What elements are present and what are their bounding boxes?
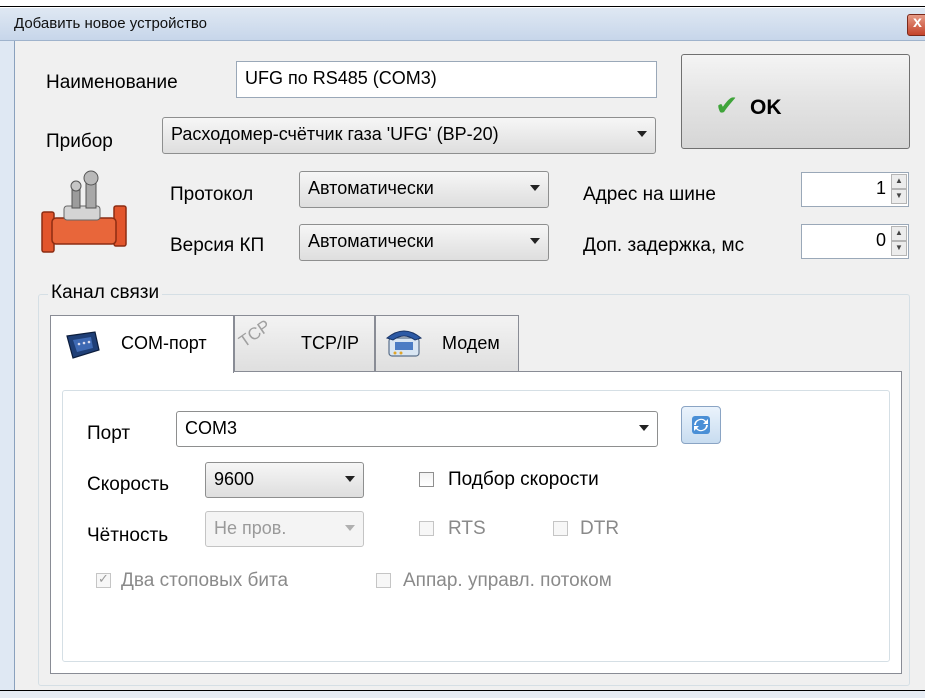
speed-select[interactable]: 9600 (205, 462, 364, 498)
flow-control-label: Аппар. управл. потоком (403, 570, 612, 591)
chevron-down-icon (637, 131, 647, 137)
speed-select-value: 9600 (214, 469, 255, 489)
port-select[interactable]: COM3 (176, 411, 658, 447)
chevron-down-icon (345, 476, 355, 482)
kp-version-select-value: Автоматически (308, 231, 434, 251)
spinner-buttons[interactable]: ▲ ▼ (891, 174, 907, 206)
device-select[interactable]: Расходомер-счётчик газа 'UFG' (ВР-20) (162, 117, 656, 154)
tab-modem[interactable]: Модем (375, 315, 519, 371)
kp-version-label: Версия КП (170, 235, 265, 256)
protocol-label: Протокол (170, 184, 254, 205)
chevron-down-icon (530, 185, 540, 191)
parity-label: Чётность (87, 525, 169, 546)
device-label: Прибор (46, 131, 113, 152)
spin-up-icon[interactable]: ▲ (891, 174, 907, 189)
tab-modem-label: Модем (442, 333, 500, 353)
speed-auto-checkbox[interactable] (419, 472, 434, 487)
protocol-select[interactable]: Автоматически (299, 171, 549, 208)
close-button[interactable]: x (907, 14, 925, 36)
extra-delay-label: Доп. задержка, мс (583, 235, 745, 256)
name-input[interactable]: UFG по RS485 (COM3) (236, 61, 657, 98)
check-icon: ✓ (98, 571, 109, 586)
extra-delay-spinner[interactable]: 0 ▲ ▼ (801, 224, 909, 259)
dtr-checkbox[interactable] (553, 521, 568, 536)
chevron-down-icon (530, 238, 540, 244)
serial-port-icon (66, 331, 100, 359)
gas-meter-icon (41, 170, 127, 253)
modem-phone-icon (385, 330, 423, 357)
stop-bits-label: Два стоповых бита (121, 570, 289, 591)
checkmark-icon: ✔ (715, 90, 739, 121)
close-icon: x (913, 14, 922, 31)
protocol-select-value: Автоматически (308, 178, 434, 198)
chevron-down-icon (345, 525, 355, 531)
bus-address-spinner[interactable]: 1 ▲ ▼ (801, 172, 909, 207)
tab-tcp-ip[interactable]: TCP TCP/IP (234, 315, 375, 371)
parity-select-value: Не пров. (214, 518, 287, 538)
dtr-label: DTR (580, 518, 620, 539)
refresh-icon (692, 416, 710, 434)
port-select-value: COM3 (185, 418, 238, 438)
device-select-value: Расходомер-счётчик газа 'UFG' (ВР-20) (171, 124, 499, 144)
bus-address-value: 1 (875, 178, 886, 198)
window-title: Добавить новое устройство (14, 15, 208, 32)
extra-delay-value: 0 (875, 230, 886, 250)
window-left-border (0, 41, 14, 697)
tab-tcp-ip-label: TCP/IP (301, 333, 360, 353)
speed-label: Скорость (87, 474, 170, 495)
channel-group-label: Канал связи (48, 282, 163, 304)
rts-checkbox[interactable] (419, 521, 434, 536)
spin-down-icon[interactable]: ▼ (891, 241, 907, 256)
tab-com-port-label: COM-порт (121, 333, 207, 353)
top-edge (0, 0, 925, 7)
bus-address-label: Адрес на шине (583, 184, 716, 205)
spin-up-icon[interactable]: ▲ (891, 226, 907, 241)
chevron-down-icon (639, 425, 649, 431)
name-label: Наименование (46, 72, 178, 93)
spinner-buttons[interactable]: ▲ ▼ (891, 226, 907, 258)
refresh-button[interactable] (681, 406, 721, 444)
rts-label: RTS (448, 518, 486, 539)
stop-bits-checkbox[interactable]: ✓ (96, 571, 111, 588)
ok-button-label: OK (750, 96, 782, 119)
flow-control-checkbox[interactable] (376, 573, 391, 588)
kp-version-select[interactable]: Автоматически (299, 224, 549, 261)
parity-select[interactable]: Не пров. (205, 511, 364, 547)
port-label: Порт (87, 423, 131, 444)
tcp-icon: TCP (235, 316, 275, 352)
spin-down-icon[interactable]: ▼ (891, 189, 907, 204)
speed-auto-label: Подбор скорости (448, 469, 599, 490)
tab-com-port[interactable]: COM-порт (50, 315, 234, 373)
